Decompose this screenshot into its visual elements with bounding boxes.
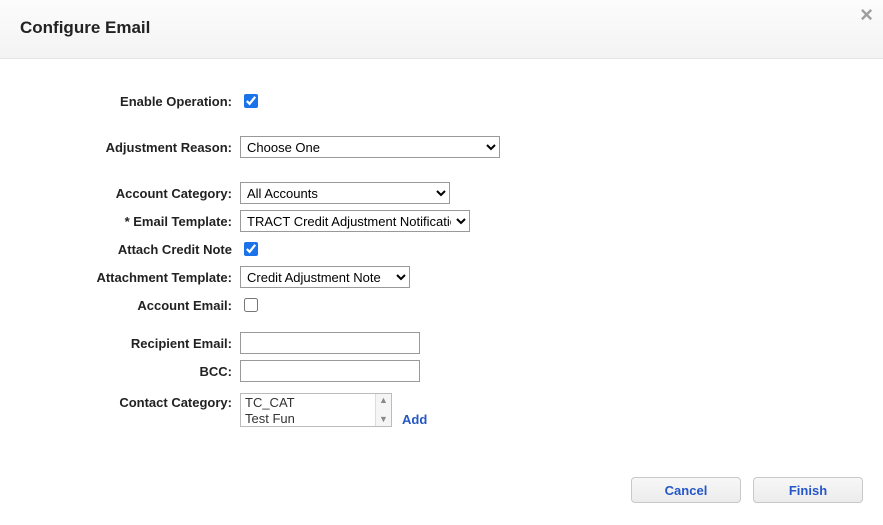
listbox-scrollbar[interactable]: ▲ ▼ xyxy=(375,394,391,426)
enable-operation-checkbox[interactable] xyxy=(244,94,258,108)
list-item[interactable]: Test Fun xyxy=(245,411,371,426)
chevron-up-icon[interactable]: ▲ xyxy=(379,396,388,405)
dialog-footer: Cancel Finish xyxy=(0,437,883,523)
list-item[interactable]: TC_CAT xyxy=(245,395,371,411)
bcc-label: BCC: xyxy=(20,364,240,379)
adjustment-reason-label: Adjustment Reason: xyxy=(20,140,240,155)
cancel-button[interactable]: Cancel xyxy=(631,477,741,503)
account-email-label: Account Email: xyxy=(20,298,240,313)
email-template-label: * Email Template: xyxy=(20,214,240,229)
account-category-select[interactable]: All Accounts xyxy=(240,182,450,204)
email-template-select[interactable]: TRACT Credit Adjustment Notification xyxy=(240,210,470,232)
contact-category-label: Contact Category: xyxy=(20,393,240,410)
add-link[interactable]: Add xyxy=(402,412,427,427)
bcc-input[interactable] xyxy=(240,360,420,382)
contact-category-listbox[interactable]: TC_CAT Test Fun ▲ ▼ xyxy=(240,393,392,427)
adjustment-reason-select[interactable]: Choose One xyxy=(240,136,500,158)
attach-credit-note-label: Attach Credit Note xyxy=(20,242,240,257)
attachment-template-select[interactable]: Credit Adjustment Note xyxy=(240,266,410,288)
close-icon[interactable]: × xyxy=(860,4,873,26)
recipient-email-input[interactable] xyxy=(240,332,420,354)
recipient-email-label: Recipient Email: xyxy=(20,336,240,351)
attach-credit-note-checkbox[interactable] xyxy=(244,242,258,256)
chevron-down-icon[interactable]: ▼ xyxy=(379,415,388,424)
finish-button[interactable]: Finish xyxy=(753,477,863,503)
attachment-template-label: Attachment Template: xyxy=(20,270,240,285)
enable-operation-label: Enable Operation: xyxy=(20,94,240,109)
form-area: Enable Operation: Adjustment Reason: Cho… xyxy=(0,59,883,437)
dialog-title: Configure Email xyxy=(20,18,863,38)
dialog-header: × Configure Email xyxy=(0,0,883,59)
account-email-checkbox[interactable] xyxy=(244,298,258,312)
account-category-label: Account Category: xyxy=(20,186,240,201)
